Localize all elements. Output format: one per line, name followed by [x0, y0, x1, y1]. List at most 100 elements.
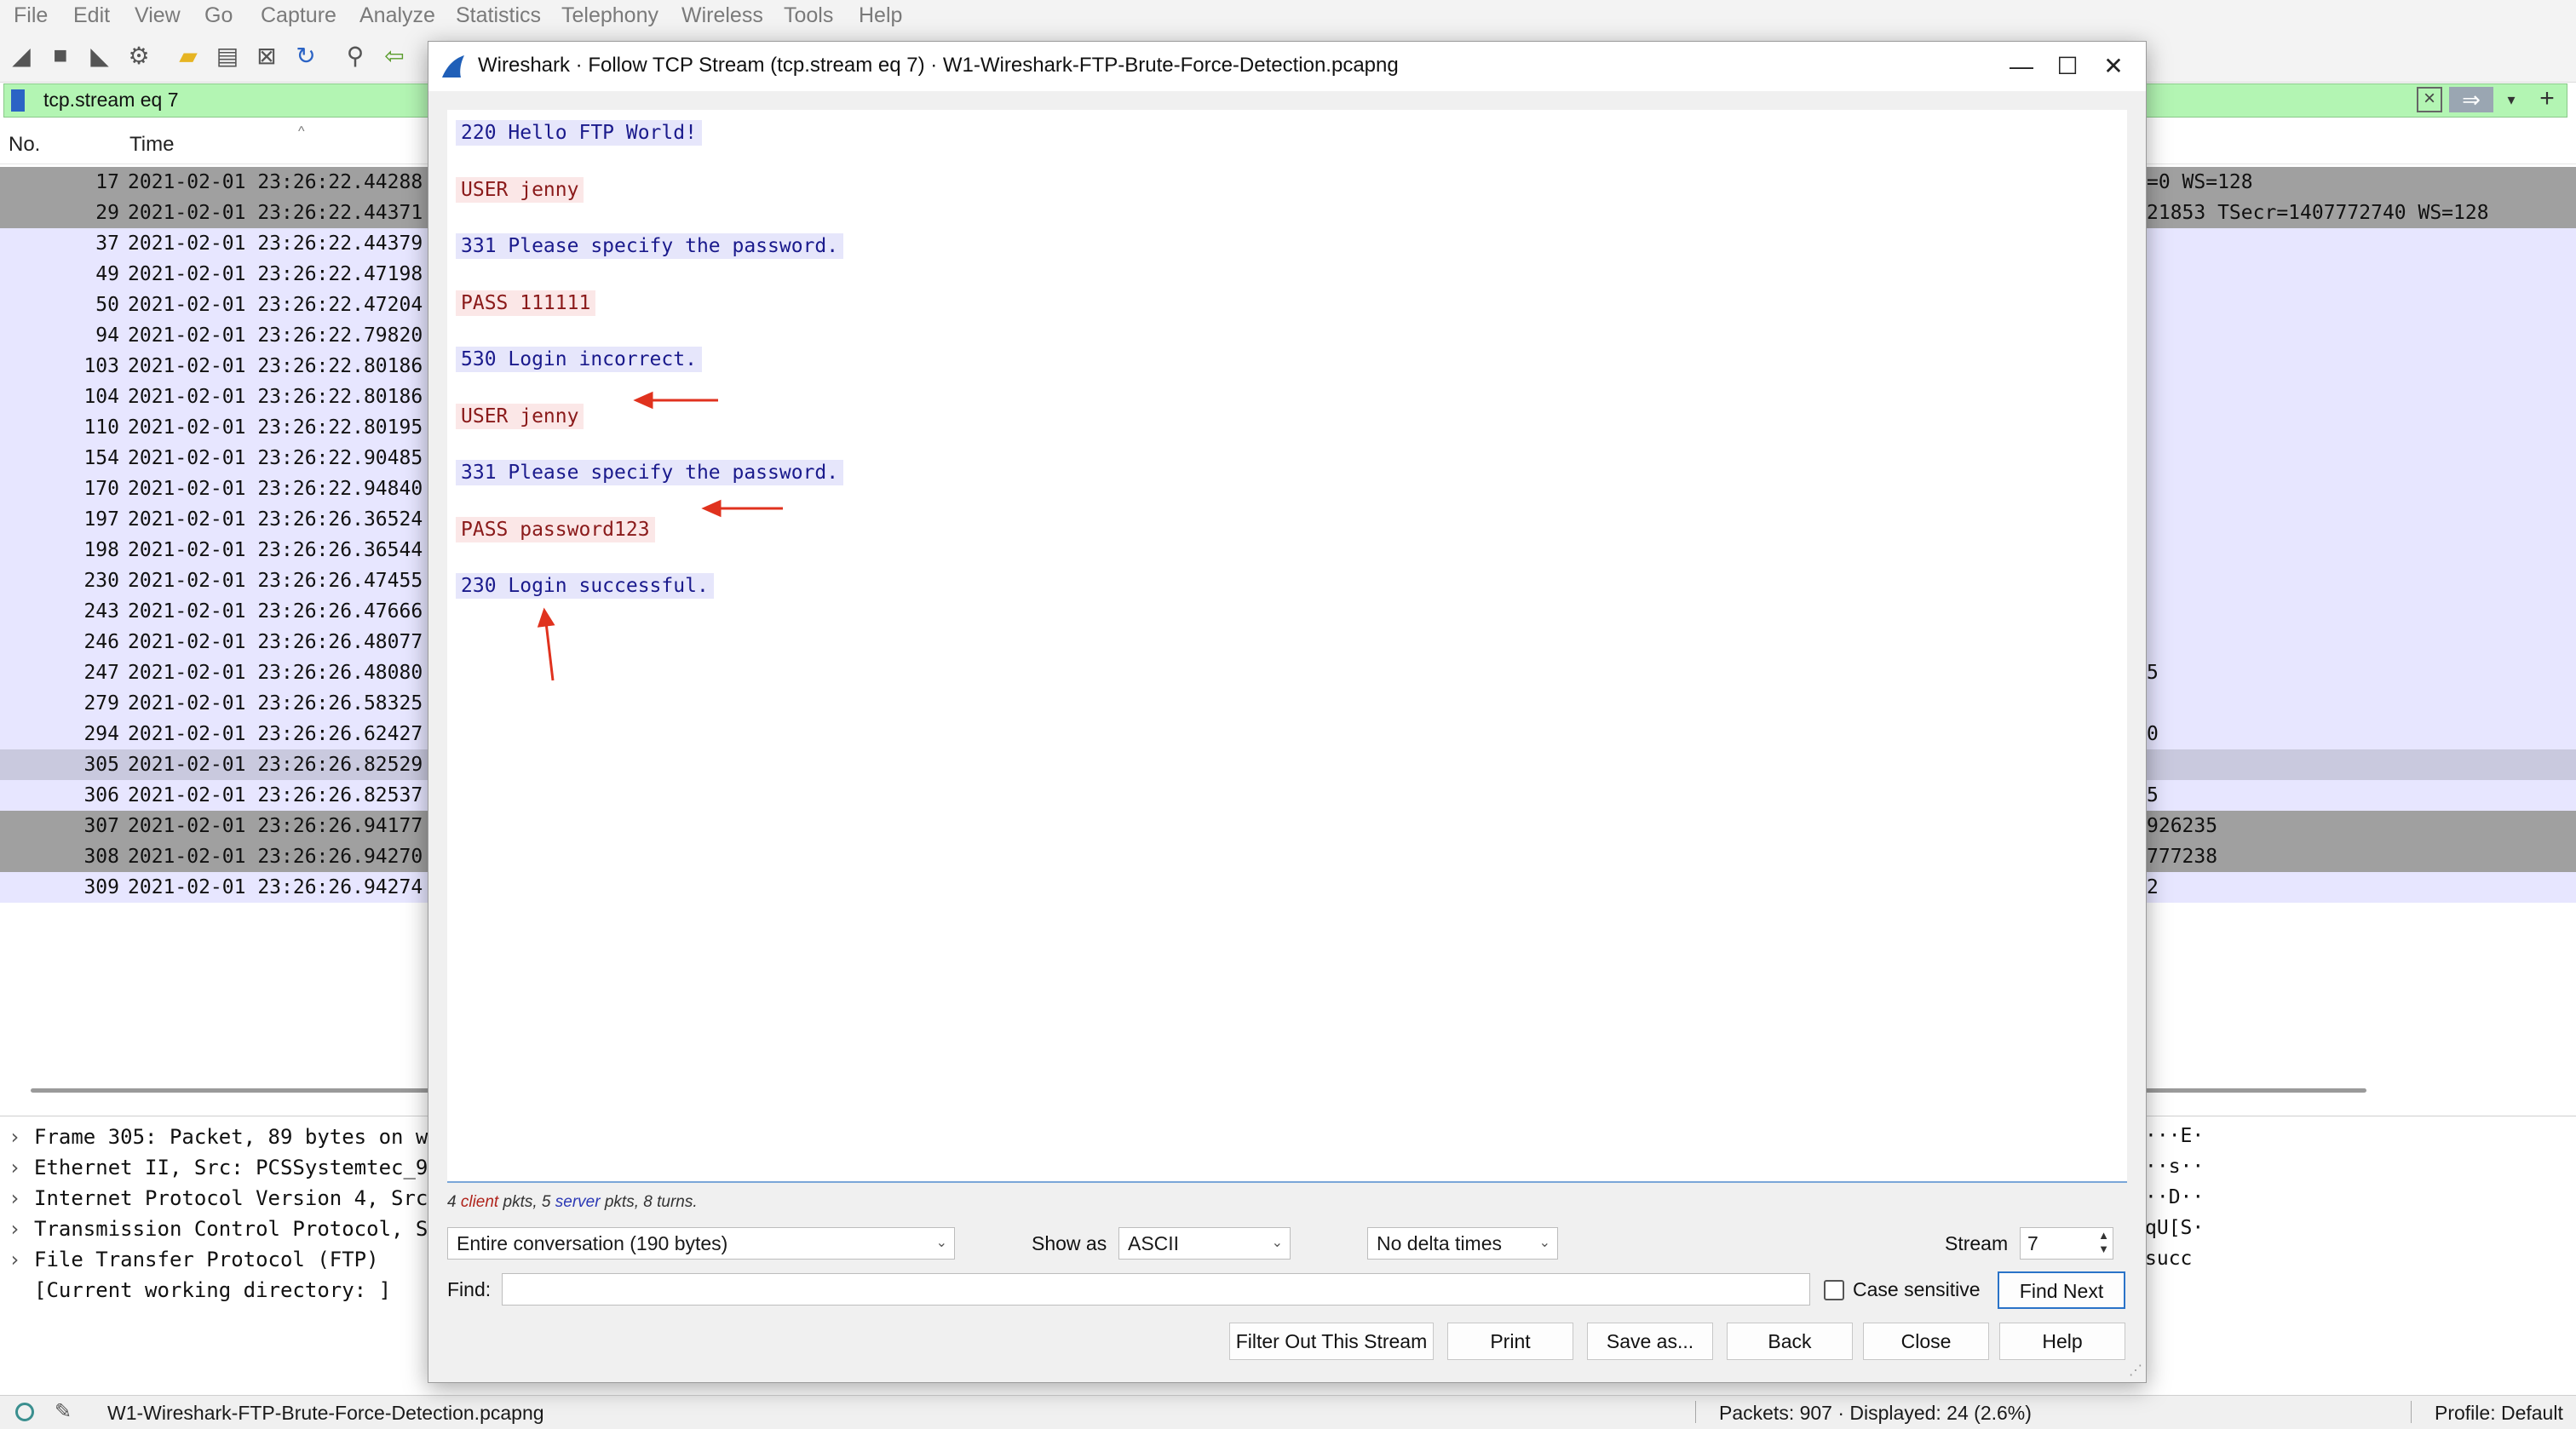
save-as-button[interactable]: Save as...: [1587, 1323, 1713, 1360]
packet-time: 2021-02-01 23:26:26.82537: [128, 784, 423, 806]
menu-file[interactable]: File: [14, 3, 48, 28]
menu-statistics[interactable]: Statistics: [456, 3, 541, 28]
stream-summary: 4 client pkts, 5 server pkts, 8 turns.: [447, 1193, 698, 1211]
packet-time: 2021-02-01 23:26:22.80186: [128, 386, 423, 408]
packet-info: 21853 TSecr=1407772740 WS=128: [2147, 202, 2489, 224]
conversation-select[interactable]: Entire conversation (190 bytes) ⌄: [447, 1227, 955, 1260]
close-window-icon[interactable]: ✕: [2088, 49, 2139, 84]
chevron-right-icon[interactable]: ›: [9, 1186, 34, 1210]
detail-cwd[interactable]: [Current working directory: ]: [9, 1278, 391, 1302]
menu-edit[interactable]: Edit: [73, 3, 110, 28]
hex-ascii-row[interactable]: ··s··: [2145, 1156, 2204, 1178]
expert-info-led-icon[interactable]: [15, 1403, 34, 1421]
capture-comment-pencil-icon[interactable]: ✎: [55, 1399, 72, 1424]
stream-number-spinbox[interactable]: 7 ▲ ▼: [2020, 1227, 2113, 1260]
column-no[interactable]: No.: [9, 133, 40, 157]
menu-analyze[interactable]: Analyze: [359, 3, 435, 28]
case-sensitive-checkbox[interactable]: [1824, 1280, 1844, 1300]
packet-time: 2021-02-01 23:26:22.44379: [128, 232, 423, 255]
detail-tcp[interactable]: › Transmission Control Protocol, S: [9, 1217, 428, 1241]
arrow-head-icon: [537, 607, 555, 628]
packet-time: 2021-02-01 23:26:22.47198: [128, 263, 423, 285]
packet-time: 2021-02-01 23:26:22.79820: [128, 324, 423, 347]
detail-ftp[interactable]: › File Transfer Protocol (FTP): [9, 1248, 379, 1271]
reload-icon[interactable]: ↻: [291, 41, 320, 70]
menu-help[interactable]: Help: [859, 3, 902, 28]
shark-fin-start-icon[interactable]: ◢: [7, 41, 36, 70]
packet-time: 2021-02-01 23:26:26.82529: [128, 754, 423, 776]
chevron-right-icon[interactable]: ›: [9, 1156, 34, 1179]
detail-ipv4[interactable]: › Internet Protocol Version 4, Src: [9, 1186, 428, 1210]
filter-out-stream-button[interactable]: Filter Out This Stream: [1229, 1323, 1434, 1360]
packet-number: 103: [83, 355, 119, 377]
case-sensitive-label[interactable]: Case sensitive: [1853, 1278, 1981, 1301]
open-folder-icon[interactable]: ▰: [174, 41, 203, 70]
packet-info: 0: [2147, 723, 2159, 745]
packet-info: 5: [2147, 784, 2159, 806]
menu-view[interactable]: View: [135, 3, 181, 28]
status-profile[interactable]: Profile: Default: [2435, 1402, 2563, 1425]
find-next-button[interactable]: Find Next: [1998, 1271, 2125, 1309]
find-label: Find:: [447, 1278, 492, 1300]
chevron-right-icon[interactable]: ›: [9, 1248, 34, 1271]
minimize-icon[interactable]: —: [1996, 49, 2047, 84]
save-file-icon[interactable]: ▤: [213, 41, 242, 70]
close-file-icon[interactable]: ⊠: [252, 41, 281, 70]
packet-number: 154: [83, 447, 119, 469]
packet-time: 2021-02-01 23:26:22.80195: [128, 416, 423, 439]
capture-options-icon[interactable]: ⚙: [124, 41, 153, 70]
find-packet-icon[interactable]: ⚲: [341, 41, 370, 70]
packet-number: 230: [83, 570, 119, 592]
back-button[interactable]: Back: [1727, 1323, 1853, 1360]
packet-number: 94: [95, 324, 119, 347]
detail-frame[interactable]: › Frame 305: Packet, 89 bytes on w: [9, 1125, 428, 1149]
menu-telephony[interactable]: Telephony: [561, 3, 658, 28]
bookmark-icon[interactable]: [11, 89, 25, 112]
hex-ascii-row[interactable]: qU[S·: [2145, 1217, 2204, 1239]
packet-time: 2021-02-01 23:26:22.47204: [128, 294, 423, 316]
dialog-titlebar[interactable]: Wireshark · Follow TCP Stream (tcp.strea…: [428, 42, 2146, 91]
apply-filter-arrow-icon[interactable]: ⇒: [2449, 87, 2493, 112]
menu-go[interactable]: Go: [204, 3, 233, 28]
stream-content-view[interactable]: 220 Hello FTP World! USER jenny 331 Please…: [447, 110, 2127, 1183]
stop-capture-icon[interactable]: ■: [46, 41, 75, 70]
status-bar: ✎ W1-Wireshark-FTP-Brute-Force-Detection…: [0, 1395, 2576, 1429]
show-as-label: Show as: [1032, 1232, 1107, 1254]
packet-time: 2021-02-01 23:26:22.94840: [128, 478, 423, 500]
hex-ascii-row[interactable]: ···E·: [2145, 1125, 2204, 1147]
menu-wireless[interactable]: Wireless: [681, 3, 763, 28]
menu-capture[interactable]: Capture: [261, 3, 336, 28]
arrow-head-icon: [701, 499, 722, 518]
column-time[interactable]: Time: [129, 133, 174, 157]
wireshark-fin-icon: [442, 55, 464, 77]
packet-number: 197: [83, 508, 119, 531]
show-as-select[interactable]: ASCII ⌄: [1118, 1227, 1291, 1260]
menu-tools[interactable]: Tools: [784, 3, 833, 28]
hex-ascii-row[interactable]: succ: [2145, 1248, 2192, 1270]
spin-down-icon[interactable]: ▼: [2098, 1243, 2109, 1255]
help-button[interactable]: Help: [1999, 1323, 2125, 1360]
filter-history-chevron-down-icon[interactable]: ▾: [2500, 87, 2522, 112]
detail-ethernet[interactable]: › Ethernet II, Src: PCSSystemtec_9: [9, 1156, 428, 1179]
chevron-right-icon[interactable]: ›: [9, 1217, 34, 1241]
resize-grip-icon[interactable]: ⋰: [2129, 1362, 2142, 1379]
find-input[interactable]: [502, 1273, 1810, 1306]
packet-info: 926235: [2147, 815, 2218, 837]
add-filter-button-plus-icon[interactable]: +: [2534, 84, 2560, 113]
server-message: 530 Login incorrect.: [456, 347, 702, 372]
packet-time: 2021-02-01 23:26:26.94270: [128, 846, 423, 868]
packet-time: 2021-02-01 23:26:26.94177: [128, 815, 423, 837]
clear-filter-icon[interactable]: ×: [2417, 87, 2442, 112]
packet-time: 2021-02-01 23:26:26.58325: [128, 692, 423, 714]
maximize-icon[interactable]: ☐: [2042, 49, 2093, 84]
restart-capture-icon[interactable]: ◣: [85, 41, 114, 70]
go-back-icon[interactable]: ⇦: [380, 41, 409, 70]
close-button[interactable]: Close: [1863, 1323, 1989, 1360]
spin-up-icon[interactable]: ▲: [2098, 1230, 2109, 1242]
display-filter-input[interactable]: tcp.stream eq 7: [43, 89, 179, 112]
chevron-right-icon[interactable]: ›: [9, 1125, 34, 1149]
print-button[interactable]: Print: [1447, 1323, 1573, 1360]
delta-times-select[interactable]: No delta times ⌄: [1367, 1227, 1558, 1260]
hex-ascii-row[interactable]: ··D··: [2145, 1186, 2204, 1208]
follow-tcp-stream-dialog: Wireshark · Follow TCP Stream (tcp.strea…: [428, 41, 2147, 1383]
